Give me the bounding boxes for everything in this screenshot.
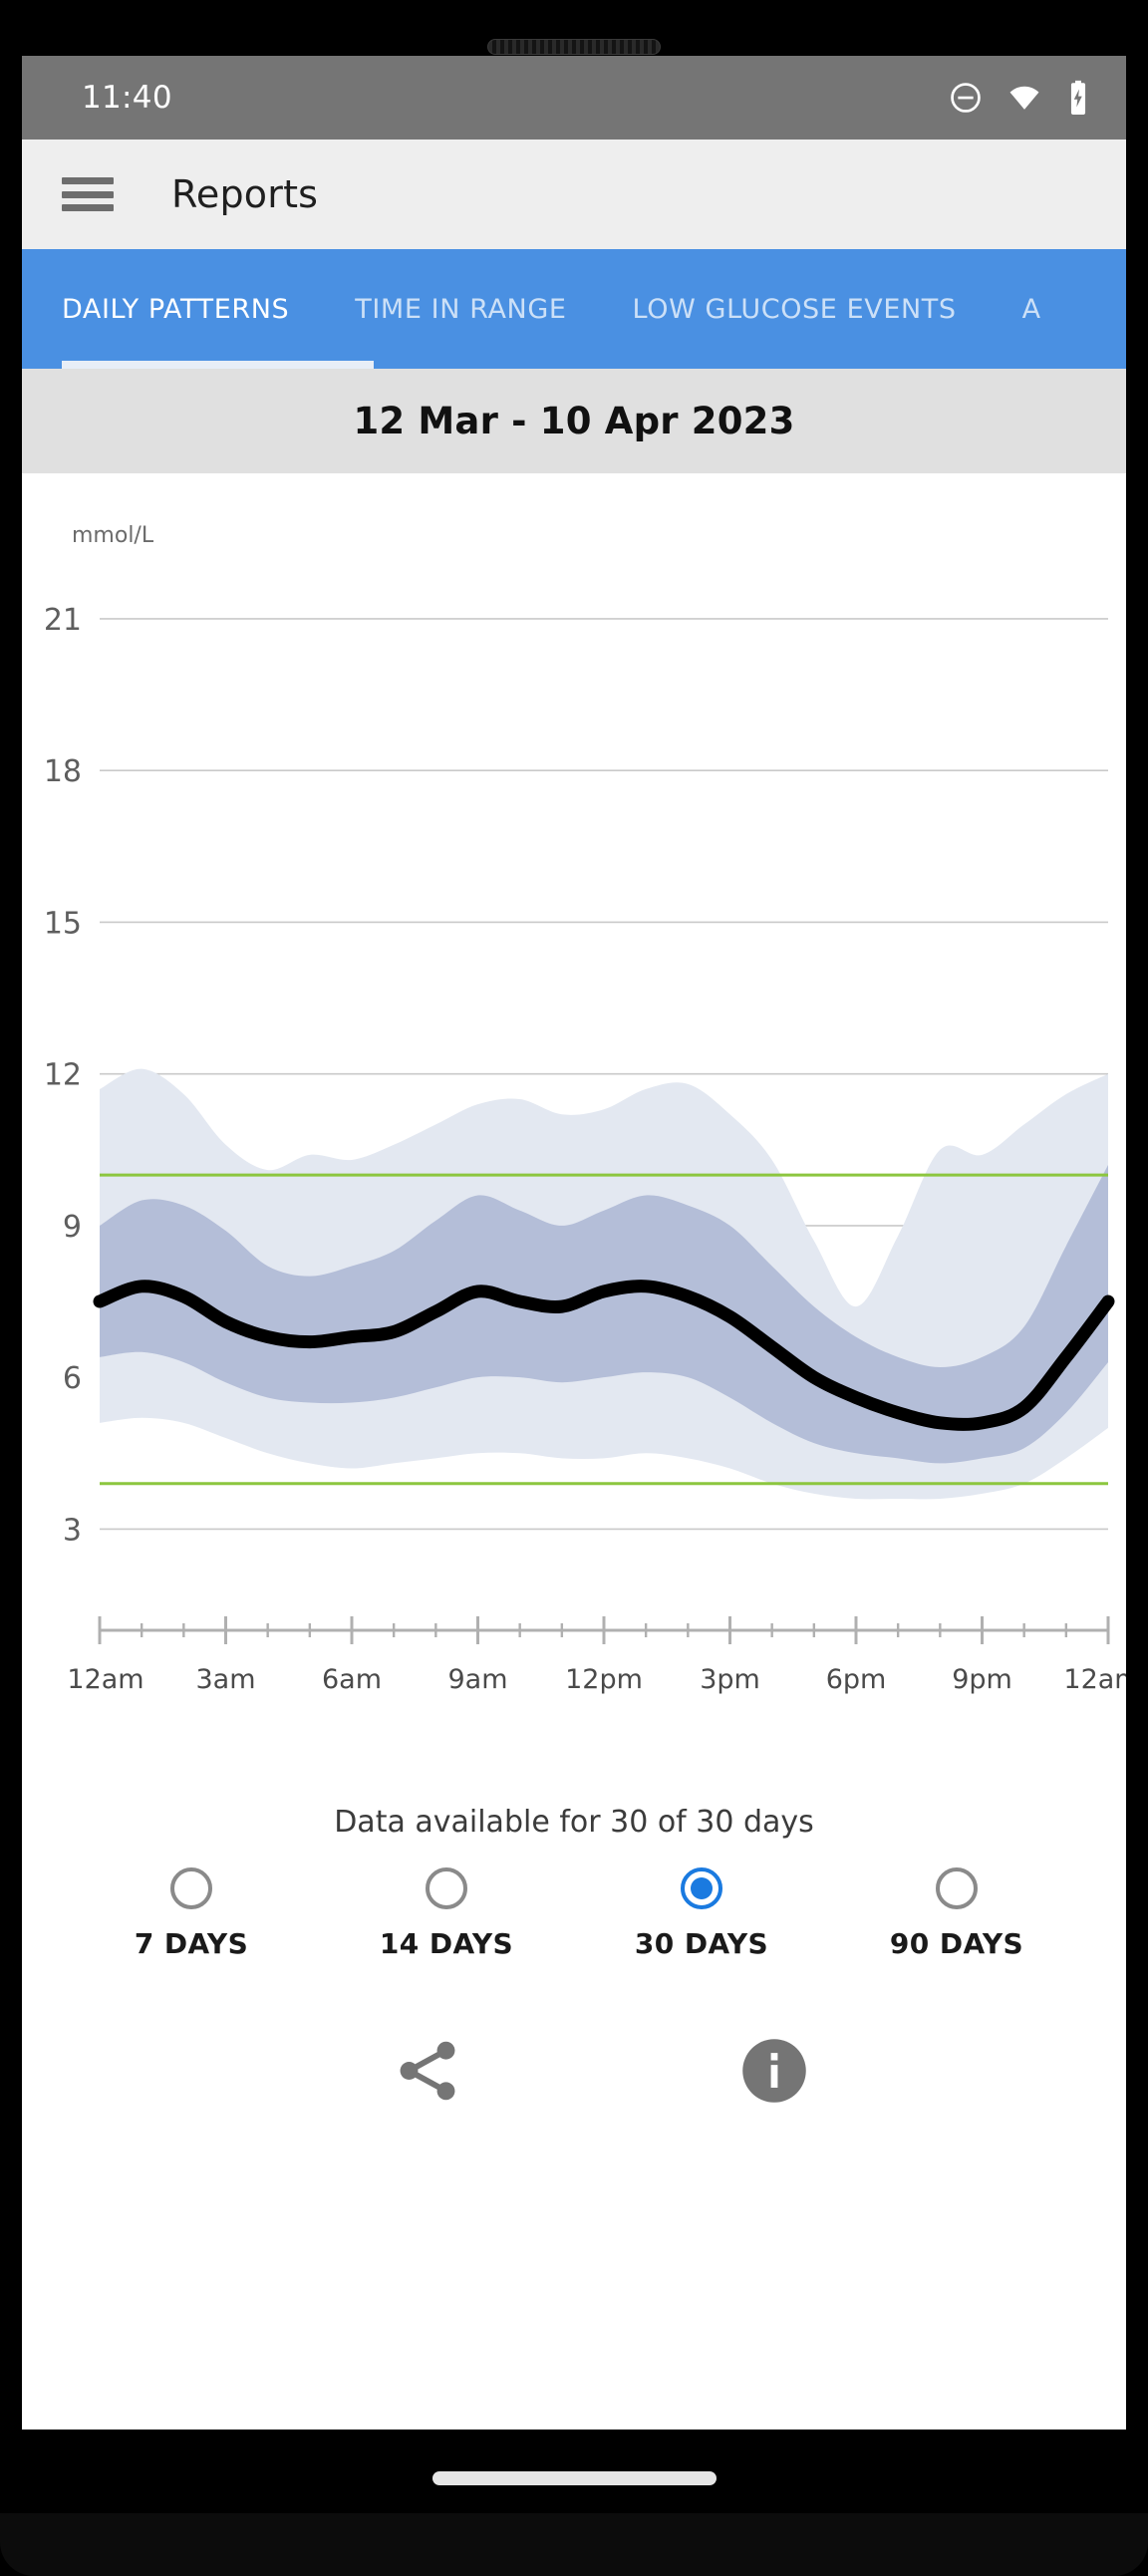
radio-ring xyxy=(426,1867,467,1909)
svg-text:12: 12 xyxy=(44,1058,82,1093)
svg-text:9: 9 xyxy=(63,1210,82,1245)
phone-device-frame: 11:40 Reports xyxy=(0,0,1148,2576)
app-bar: Reports xyxy=(22,140,1126,249)
svg-text:6pm: 6pm xyxy=(826,1664,887,1695)
svg-text:12pm: 12pm xyxy=(565,1664,643,1695)
active-tab-indicator xyxy=(62,361,374,369)
range-option-label: 14 DAYS xyxy=(380,1927,513,1960)
range-option-label: 30 DAYS xyxy=(635,1927,768,1960)
svg-text:6am: 6am xyxy=(322,1664,382,1695)
range-option-label: 7 DAYS xyxy=(135,1927,248,1960)
status-bar: 11:40 xyxy=(22,56,1126,140)
svg-text:3pm: 3pm xyxy=(700,1664,760,1695)
phone-screen: 11:40 Reports xyxy=(22,56,1126,2430)
svg-text:9pm: 9pm xyxy=(952,1664,1012,1695)
share-icon[interactable] xyxy=(391,2034,464,2108)
svg-text:12am: 12am xyxy=(1063,1664,1126,1695)
tab-next-partial[interactable]: A xyxy=(1022,294,1075,325)
speaker-grille-icon xyxy=(487,39,661,55)
bottom-bezel xyxy=(0,2513,1148,2576)
svg-text:6: 6 xyxy=(63,1361,82,1396)
chart-svg: 3 6 9 12 15 18 21 12am 3am 6am 9am 12pm 3pm 6pm 9pm 12a… xyxy=(22,473,1126,1799)
tab-daily-patterns[interactable]: DAILY PATTERNS xyxy=(62,294,323,325)
date-range-header: 12 Mar - 10 Apr 2023 xyxy=(22,369,1126,473)
battery-charging-icon xyxy=(1066,80,1090,116)
radio-ring xyxy=(936,1867,978,1909)
svg-text:21: 21 xyxy=(44,603,82,638)
tab-time-in-range[interactable]: TIME IN RANGE xyxy=(355,294,600,325)
radio-dot xyxy=(691,1877,713,1899)
svg-text:18: 18 xyxy=(44,754,82,789)
tab-bar: DAILY PATTERNS TIME IN RANGE LOW GLUCOSE… xyxy=(22,249,1126,369)
info-icon[interactable] xyxy=(737,2034,811,2108)
chart-footer: Data available for 30 of 30 days 7 DAYS … xyxy=(22,1799,1126,2157)
status-bar-icons xyxy=(949,80,1090,116)
hamburger-menu-icon[interactable] xyxy=(62,174,114,214)
svg-text:3: 3 xyxy=(63,1513,82,1548)
range-selector-group: 7 DAYS 14 DAYS 30 DAYS 90 DAYS xyxy=(22,1867,1126,1960)
daily-patterns-chart: mmol/L 3691215182112am3am6am9am12pm3pm6p… xyxy=(22,473,1126,1799)
range-option-90-days[interactable]: 90 DAYS xyxy=(829,1867,1084,1960)
range-option-14-days[interactable]: 14 DAYS xyxy=(319,1867,574,1960)
radio-ring xyxy=(170,1867,212,1909)
range-option-label: 90 DAYS xyxy=(890,1927,1023,1960)
data-availability-text: Data available for 30 of 30 days xyxy=(22,1799,1126,1840)
wifi-icon xyxy=(1006,81,1042,115)
svg-text:9am: 9am xyxy=(447,1664,507,1695)
status-bar-clock: 11:40 xyxy=(82,80,172,116)
svg-text:3am: 3am xyxy=(195,1664,255,1695)
hamburger-line xyxy=(62,191,114,198)
range-option-30-days[interactable]: 30 DAYS xyxy=(574,1867,829,1960)
home-gesture-indicator[interactable] xyxy=(432,2471,717,2485)
page-title: Reports xyxy=(171,172,318,216)
do-not-disturb-icon xyxy=(949,81,983,115)
svg-text:12am: 12am xyxy=(67,1664,144,1695)
hamburger-line xyxy=(62,177,114,184)
range-option-7-days[interactable]: 7 DAYS xyxy=(64,1867,319,1960)
hamburger-line xyxy=(62,204,114,211)
tab-low-glucose-events[interactable]: LOW GLUCOSE EVENTS xyxy=(633,294,991,325)
svg-text:15: 15 xyxy=(44,906,82,941)
radio-ring xyxy=(681,1867,722,1909)
action-bar xyxy=(22,2008,1126,2157)
